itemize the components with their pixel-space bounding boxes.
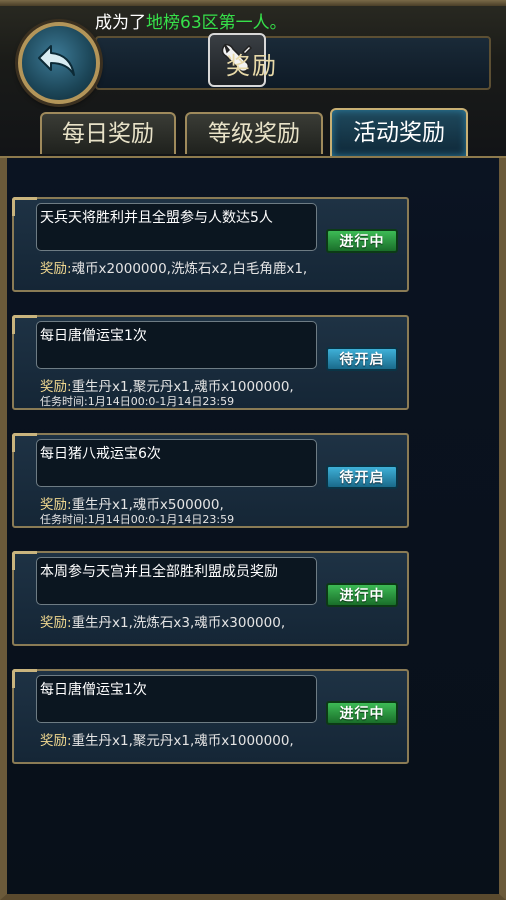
task-time: 任务时间:1月14日00:0-1月14日23:59 (40, 513, 235, 526)
broadcast-prefix: 成为了 (95, 13, 146, 33)
status-button-in-progress[interactable]: 进行中 (326, 701, 398, 725)
task-name: 每日唐僧运宝1次 (36, 321, 317, 369)
task-card: 每日唐僧运宝1次 奖励:重生丹x1,聚元丹x1,魂币x1000000, 进行中 (12, 669, 409, 764)
card-corner-ornament (12, 669, 37, 688)
task-name: 本周参与天宫并且全部胜利盟成员奖励 (36, 557, 317, 605)
task-card: 每日唐僧运宝1次 奖励:重生丹x1,聚元丹x1,魂币x1000000, 任务时间… (12, 315, 409, 410)
back-button[interactable] (18, 22, 100, 104)
task-reward: 奖励:魂币x2000000,洗炼石x2,白毛角鹿x1, (40, 257, 307, 277)
tab-level-rewards[interactable]: 等级奖励 (185, 112, 323, 154)
card-corner-ornament (12, 315, 37, 334)
broadcast-highlight: 地榜63区第一人。 (146, 13, 287, 33)
task-time: 任务时间:1月14日00:0-1月14日23:59 (40, 395, 235, 408)
card-corner-ornament (12, 433, 37, 452)
header: 成为了地榜63区第一人。 奖励 每日奖励 等级奖励 活动奖励 (0, 0, 506, 158)
page-title: 奖励 (226, 52, 278, 80)
task-name: 每日猪八戒运宝6次 (36, 439, 317, 487)
reward-items: 重生丹x1,聚元丹x1,魂币x1000000, (71, 733, 294, 749)
back-arrow-icon (38, 45, 75, 76)
title-band (95, 36, 491, 90)
status-button-in-progress[interactable]: 进行中 (326, 229, 398, 253)
card-corner-ornament (12, 551, 37, 570)
status-button-pending[interactable]: 待开启 (326, 465, 398, 489)
reward-items: 魂币x2000000,洗炼石x2,白毛角鹿x1, (71, 261, 308, 277)
reward-items: 重生丹x1,洗炼石x3,魂币x300000, (71, 615, 286, 631)
task-card: 本周参与天宫并且全部胜利盟成员奖励 奖励:重生丹x1,洗炼石x3,魂币x3000… (12, 551, 409, 646)
status-button-pending[interactable]: 待开启 (326, 347, 398, 371)
card-corner-ornament (12, 197, 37, 216)
tab-bar: 每日奖励 等级奖励 活动奖励 (40, 108, 480, 156)
tab-event-rewards[interactable]: 活动奖励 (330, 108, 468, 156)
reward-label: 奖励: (40, 261, 72, 277)
task-name: 天兵天将胜利并且全盟参与人数达5人 (36, 203, 317, 251)
task-card: 每日猪八戒运宝6次 奖励:重生丹x1,魂币x500000, 任务时间:1月14日… (12, 433, 409, 528)
task-reward: 奖励:重生丹x1,魂币x500000, (40, 493, 224, 513)
task-reward: 奖励:重生丹x1,洗炼石x3,魂币x300000, (40, 611, 285, 631)
status-button-in-progress[interactable]: 进行中 (326, 583, 398, 607)
reward-label: 奖励: (40, 615, 72, 631)
tab-daily-rewards[interactable]: 每日奖励 (40, 112, 176, 154)
broadcast-message: 成为了地榜63区第一人。 (95, 8, 287, 33)
reward-label: 奖励: (40, 733, 72, 749)
task-card: 天兵天将胜利并且全盟参与人数达5人 奖励:魂币x2000000,洗炼石x2,白毛… (12, 197, 409, 292)
task-name: 每日唐僧运宝1次 (36, 675, 317, 723)
task-reward: 奖励:重生丹x1,聚元丹x1,魂币x1000000, (40, 729, 294, 749)
task-reward: 奖励:重生丹x1,聚元丹x1,魂币x1000000, (40, 375, 294, 395)
